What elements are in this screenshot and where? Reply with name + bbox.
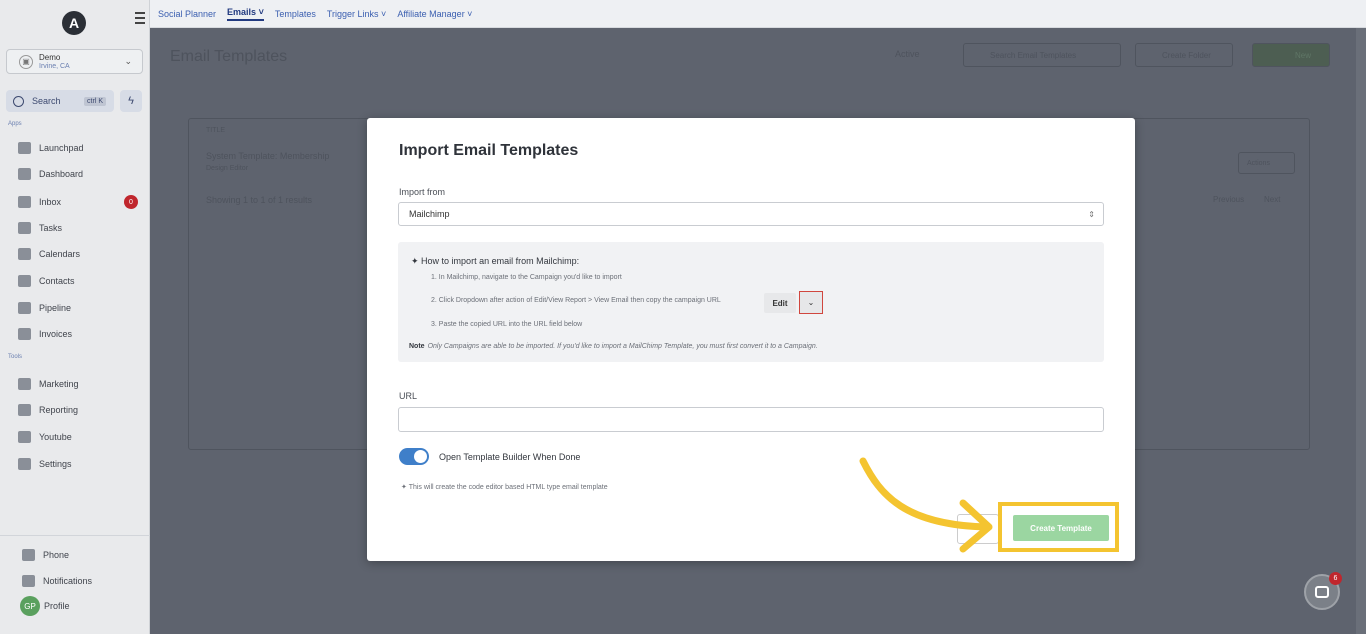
tab-trigger-links[interactable]: Trigger Links ˅ (327, 9, 386, 19)
sidebar-item-settings[interactable]: Settings (18, 458, 138, 470)
note-label: Note (409, 343, 425, 350)
sidebar-item-invoices[interactable]: Invoices (18, 328, 138, 340)
sidebar-item-tasks[interactable]: Tasks (18, 222, 138, 234)
quick-action-bolt-icon[interactable]: ϟ (120, 90, 142, 112)
dropdown-example-chevron-icon: ⌄ (799, 291, 823, 314)
filter-icon (18, 302, 31, 314)
sidebar-item-reporting[interactable]: Reporting (18, 404, 138, 416)
megaphone-icon (18, 378, 31, 390)
video-icon (18, 431, 31, 443)
search-label: Search (32, 96, 61, 106)
account-name: Demo (39, 52, 61, 62)
open-builder-toggle[interactable] (399, 448, 429, 465)
gear-icon (18, 458, 31, 470)
select-arrows-icon: ⇕ (1088, 209, 1095, 219)
bell-icon (22, 575, 35, 587)
import-from-select[interactable]: Mailchimp ⇕ (398, 202, 1104, 226)
app-logo[interactable]: A (62, 11, 86, 35)
sidebar-item-youtube[interactable]: Youtube (18, 431, 138, 443)
url-input[interactable] (398, 407, 1104, 432)
template-search-input[interactable]: Search Email Templates (963, 43, 1121, 67)
rocket-icon (18, 142, 31, 154)
open-builder-label: Open Template Builder When Done (439, 452, 581, 462)
lightbulb-icon: ✦ (411, 256, 422, 266)
top-nav: Social Planner Emails ˅ Templates Trigge… (150, 0, 1366, 28)
highlight-box: Create Template (998, 502, 1119, 552)
step-3: 3. Paste the copied URL into the URL fie… (431, 321, 583, 328)
sidebar-item-marketing[interactable]: Marketing (18, 378, 138, 390)
tab-emails[interactable]: Emails ˅ (227, 7, 264, 21)
lightbulb-icon: ✦ (401, 484, 409, 491)
chevron-down-icon: ⌄ (124, 56, 132, 66)
create-template-button[interactable]: Create Template (1013, 515, 1109, 541)
sidebar-item-calendars[interactable]: Calendars (18, 248, 138, 260)
tab-templates[interactable]: Templates (275, 9, 316, 19)
page-title: Email Templates (170, 48, 288, 65)
sidebar-item-contacts[interactable]: Contacts (18, 275, 138, 287)
sidebar: A ▣ Demo Irvine, CA ⌄ Search ctrl K ϟ Ap… (0, 0, 150, 634)
sidebar-item-profile[interactable]: GP Profile (20, 596, 140, 616)
sidebar-item-notifications[interactable]: Notifications (22, 575, 142, 587)
toggle-note: This will create the code editor based H… (408, 484, 608, 491)
tab-affiliate-manager[interactable]: Affiliate Manager ˅ (397, 9, 472, 19)
grid-icon (18, 168, 31, 180)
url-label: URL (399, 391, 418, 401)
howto-heading: How to import an email from Mailchimp: (421, 256, 580, 266)
scrollbar[interactable] (1356, 28, 1366, 634)
search-icon (13, 95, 24, 107)
new-button[interactable]: New (1252, 43, 1330, 67)
step-1: 1. In Mailchimp, navigate to the Campaig… (431, 274, 622, 281)
modal-title: Import Email Templates (399, 142, 579, 159)
sidebar-search[interactable]: Search ctrl K (6, 90, 114, 112)
search-shortcut: ctrl K (84, 96, 106, 106)
apps-heading: Apps (8, 121, 22, 127)
sidebar-item-phone[interactable]: Phone (22, 549, 142, 561)
clipboard-icon (18, 222, 31, 234)
account-location: Irvine, CA (39, 62, 70, 70)
tab-social-planner[interactable]: Social Planner (158, 9, 216, 19)
next-button[interactable]: Next (1264, 195, 1280, 204)
sidebar-item-pipeline[interactable]: Pipeline (18, 302, 138, 314)
invoice-icon (18, 328, 31, 340)
sidebar-item-launchpad[interactable]: Launchpad (18, 142, 138, 154)
calendar-icon (18, 248, 31, 260)
previous-button[interactable]: Previous (1213, 195, 1244, 204)
mailchimp-instructions: ✦ How to import an email from Mailchimp:… (398, 242, 1104, 362)
edit-button-example: Edit (764, 293, 796, 313)
import-from-label: Import from (399, 187, 446, 197)
chat-widget-button[interactable]: 6 (1304, 572, 1342, 610)
actions-dropdown[interactable]: Actions (1238, 152, 1295, 174)
note-text: Only Campaigns are able to be imported. … (427, 343, 818, 350)
chat-badge: 6 (1329, 572, 1342, 585)
import-from-value: Mailchimp (409, 209, 450, 219)
create-folder-button[interactable]: Create Folder (1135, 43, 1233, 67)
sidebar-footer (0, 535, 150, 536)
person-icon (18, 275, 31, 287)
import-email-templates-modal: Import Email Templates Import from Mailc… (367, 118, 1135, 561)
account-switcher[interactable]: ▣ Demo Irvine, CA ⌄ (6, 49, 143, 74)
sidebar-item-inbox[interactable]: Inbox 0 (18, 195, 138, 209)
phone-icon (22, 549, 35, 561)
building-icon: ▣ (19, 54, 33, 69)
inbox-icon (18, 196, 31, 208)
inbox-count-badge: 0 (124, 195, 138, 209)
sidebar-item-dashboard[interactable]: Dashboard (18, 168, 138, 180)
chat-icon (1315, 586, 1329, 598)
collapse-menu-icon[interactable] (135, 12, 145, 26)
tutorial-arrow-icon (859, 457, 993, 553)
status-filter[interactable]: Active (895, 49, 920, 59)
avatar: GP (20, 596, 40, 616)
pie-icon (18, 404, 31, 416)
tools-heading: Tools (8, 354, 23, 360)
step-2: 2. Click Dropdown after action of Edit/V… (431, 297, 721, 304)
